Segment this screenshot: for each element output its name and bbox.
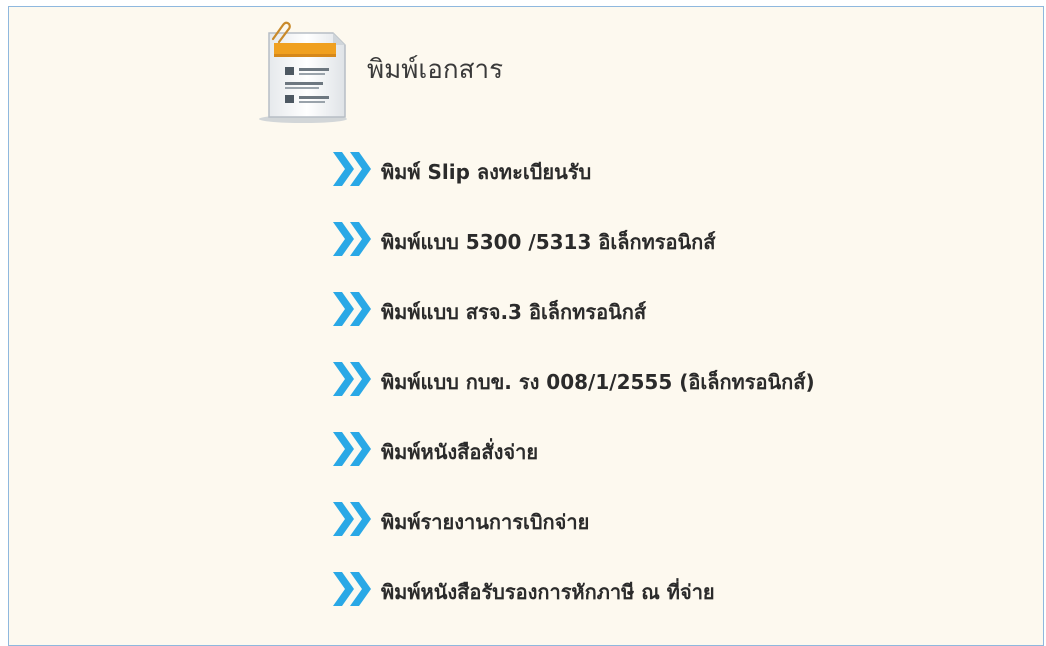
menu-item-print-form-5300-5313[interactable]: พิมพ์แบบ 5300 /5313 อิเล็กทรอนิกส์ [331,219,815,289]
menu-item-print-withholding-tax-certificate[interactable]: พิมพ์หนังสือรับรองการหักภาษี ณ ที่จ่าย [331,569,815,639]
double-chevron-right-icon [331,219,373,259]
menu-item-print-disbursement-report[interactable]: พิมพ์รายงานการเบิกจ่าย [331,499,815,569]
double-chevron-right-icon [331,429,373,469]
double-chevron-right-icon [331,149,373,189]
double-chevron-right-icon [331,569,373,609]
menu-item-label: พิมพ์หนังสือสั่งจ่าย [381,440,539,464]
menu-item-label: พิมพ์แบบ กบข. รง 008/1/2555 (อิเล็กทรอนิ… [381,370,815,394]
double-chevron-right-icon [331,499,373,539]
print-menu-list: พิมพ์ Slip ลงทะเบียนรับ พิมพ์แบบ 5300 /5… [331,149,815,639]
print-documents-panel: พิมพ์เอกสาร พิมพ์ Slip ลงทะเบียนรับ พิมพ… [8,6,1044,646]
double-chevron-right-icon [331,289,373,329]
double-chevron-right-icon [331,359,373,399]
menu-item-label: พิมพ์หนังสือรับรองการหักภาษี ณ ที่จ่าย [381,580,715,604]
document-form-icon [257,19,353,127]
menu-item-print-form-srj3[interactable]: พิมพ์แบบ สรจ.3 อิเล็กทรอนิกส์ [331,289,815,359]
menu-item-print-form-gpf[interactable]: พิมพ์แบบ กบข. รง 008/1/2555 (อิเล็กทรอนิ… [331,359,815,429]
menu-item-print-payment-order[interactable]: พิมพ์หนังสือสั่งจ่าย [331,429,815,499]
menu-item-label: พิมพ์รายงานการเบิกจ่าย [381,510,590,534]
menu-item-label: พิมพ์แบบ สรจ.3 อิเล็กทรอนิกส์ [381,300,647,324]
menu-item-label: พิมพ์แบบ 5300 /5313 อิเล็กทรอนิกส์ [381,230,716,254]
section-header: พิมพ์เอกสาร [257,19,503,127]
menu-item-label: พิมพ์ Slip ลงทะเบียนรับ [381,160,592,184]
section-title: พิมพ์เอกสาร [367,54,504,85]
menu-item-print-slip[interactable]: พิมพ์ Slip ลงทะเบียนรับ [331,149,815,219]
